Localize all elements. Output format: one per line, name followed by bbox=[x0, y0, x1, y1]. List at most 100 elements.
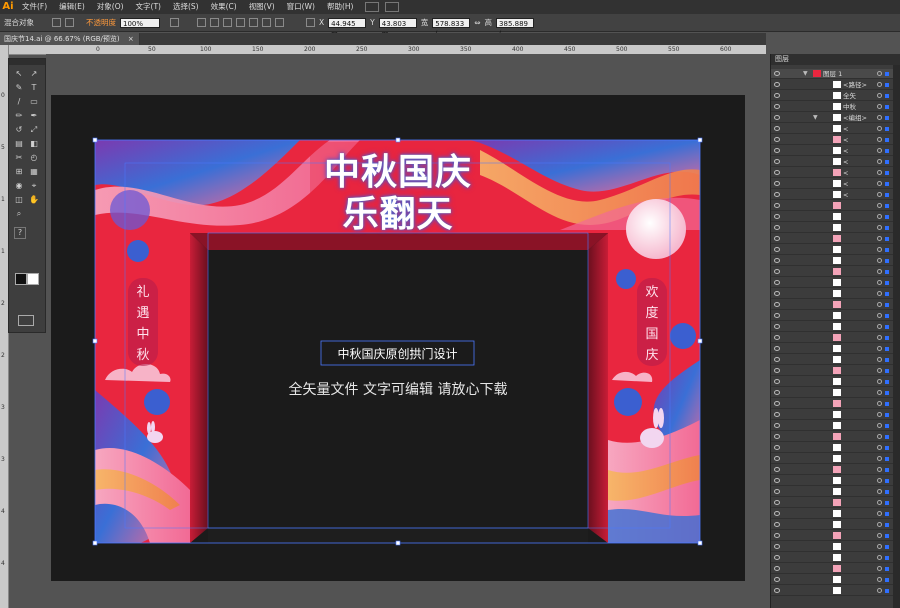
layer-row[interactable] bbox=[771, 311, 893, 321]
layer-row[interactable] bbox=[771, 476, 893, 486]
layer-target-icon[interactable] bbox=[877, 115, 882, 120]
visibility-eye-icon[interactable] bbox=[774, 390, 780, 395]
layer-target-icon[interactable] bbox=[877, 258, 882, 263]
expand-triangle-icon[interactable]: ▼ bbox=[813, 113, 818, 123]
layer-row[interactable] bbox=[771, 509, 893, 519]
layer-selected-indicator[interactable] bbox=[885, 380, 889, 384]
layer-target-icon[interactable] bbox=[877, 269, 882, 274]
layer-target-icon[interactable] bbox=[877, 445, 882, 450]
visibility-eye-icon[interactable] bbox=[774, 126, 780, 131]
layer-selected-indicator[interactable] bbox=[885, 303, 889, 307]
layer-row[interactable] bbox=[771, 366, 893, 376]
layer-selected-indicator[interactable] bbox=[885, 138, 889, 142]
layer-target-icon[interactable] bbox=[877, 346, 882, 351]
visibility-eye-icon[interactable] bbox=[774, 335, 780, 340]
zoom-tool-icon[interactable]: ⌕ bbox=[14, 209, 24, 219]
layer-selected-indicator[interactable] bbox=[885, 534, 889, 538]
scale-tool-icon[interactable]: ⤢ bbox=[29, 125, 39, 135]
layer-row[interactable] bbox=[771, 333, 893, 343]
layer-selected-indicator[interactable] bbox=[885, 281, 889, 285]
type-tool-icon[interactable]: T bbox=[29, 83, 39, 93]
layer-selected-indicator[interactable] bbox=[885, 402, 889, 406]
visibility-eye-icon[interactable] bbox=[774, 423, 780, 428]
layer-target-icon[interactable] bbox=[877, 148, 882, 153]
layer-row[interactable] bbox=[771, 410, 893, 420]
layer-target-icon[interactable] bbox=[877, 247, 882, 252]
eyedropper-tool-icon[interactable]: ◉ bbox=[14, 181, 24, 191]
layer-selected-indicator[interactable] bbox=[885, 435, 889, 439]
layer-target-icon[interactable] bbox=[877, 170, 882, 175]
tools-panel-header[interactable] bbox=[9, 59, 45, 65]
layer-target-icon[interactable] bbox=[877, 104, 882, 109]
layer-row[interactable] bbox=[771, 212, 893, 222]
visibility-eye-icon[interactable] bbox=[774, 434, 780, 439]
visibility-eye-icon[interactable] bbox=[774, 137, 780, 142]
layer-target-icon[interactable] bbox=[877, 412, 882, 417]
visibility-eye-icon[interactable] bbox=[774, 588, 780, 593]
visibility-eye-icon[interactable] bbox=[774, 159, 780, 164]
visibility-eye-icon[interactable] bbox=[774, 247, 780, 252]
layer-selected-indicator[interactable] bbox=[885, 336, 889, 340]
layer-selected-indicator[interactable] bbox=[885, 545, 889, 549]
layer-target-icon[interactable] bbox=[877, 181, 882, 186]
visibility-eye-icon[interactable] bbox=[774, 500, 780, 505]
layer-row[interactable] bbox=[771, 465, 893, 475]
rectangle-tool-icon[interactable]: ▭ bbox=[29, 97, 39, 107]
layer-row[interactable]: < bbox=[771, 124, 893, 134]
visibility-eye-icon[interactable] bbox=[774, 555, 780, 560]
layer-selected-indicator[interactable] bbox=[885, 446, 889, 450]
layer-row[interactable] bbox=[771, 443, 893, 453]
layer-row[interactable] bbox=[771, 256, 893, 266]
layer-row[interactable]: < bbox=[771, 146, 893, 156]
visibility-eye-icon[interactable] bbox=[774, 225, 780, 230]
layer-row[interactable] bbox=[771, 553, 893, 563]
visibility-eye-icon[interactable] bbox=[774, 357, 780, 362]
layer-row[interactable] bbox=[771, 399, 893, 409]
layer-selected-indicator[interactable] bbox=[885, 589, 889, 593]
layer-row[interactable] bbox=[771, 289, 893, 299]
layer-row[interactable]: ▼ <编组> bbox=[771, 113, 893, 123]
layer-row[interactable]: < bbox=[771, 135, 893, 145]
fill-color-swatch[interactable] bbox=[15, 273, 27, 285]
layer-selected-indicator[interactable] bbox=[885, 226, 889, 230]
layer-selected-indicator[interactable] bbox=[885, 160, 889, 164]
layer-row[interactable] bbox=[771, 278, 893, 288]
layer-target-icon[interactable] bbox=[877, 313, 882, 318]
visibility-eye-icon[interactable] bbox=[774, 170, 780, 175]
visibility-eye-icon[interactable] bbox=[774, 489, 780, 494]
layer-row[interactable]: <路径> bbox=[771, 80, 893, 90]
layer-selected-indicator[interactable] bbox=[885, 193, 889, 197]
screen-mode-icon[interactable] bbox=[18, 315, 34, 326]
layer-selected-indicator[interactable] bbox=[885, 237, 889, 241]
layer-row[interactable] bbox=[771, 575, 893, 585]
brush-tool-icon[interactable]: ✒ bbox=[29, 111, 39, 121]
layer-target-icon[interactable] bbox=[877, 555, 882, 560]
layer-target-icon[interactable] bbox=[877, 577, 882, 582]
layer-row[interactable] bbox=[771, 223, 893, 233]
layer-row[interactable] bbox=[771, 564, 893, 574]
layer-selected-indicator[interactable] bbox=[885, 204, 889, 208]
layer-target-icon[interactable] bbox=[877, 588, 882, 593]
layer-target-icon[interactable] bbox=[877, 456, 882, 461]
layer-row[interactable] bbox=[771, 234, 893, 244]
layer-selected-indicator[interactable] bbox=[885, 567, 889, 571]
layer-selected-indicator[interactable] bbox=[885, 523, 889, 527]
pencil-tool-icon[interactable]: ✏ bbox=[14, 111, 24, 121]
layer-target-icon[interactable] bbox=[877, 379, 882, 384]
visibility-eye-icon[interactable] bbox=[774, 104, 780, 109]
layer-row[interactable] bbox=[771, 377, 893, 387]
layer-target-icon[interactable] bbox=[877, 159, 882, 164]
visibility-eye-icon[interactable] bbox=[774, 467, 780, 472]
layer-selected-indicator[interactable] bbox=[885, 314, 889, 318]
layer-row[interactable]: 全矢 bbox=[771, 91, 893, 101]
layer-target-icon[interactable] bbox=[877, 566, 882, 571]
layer-target-icon[interactable] bbox=[877, 82, 882, 87]
layer-row[interactable] bbox=[771, 586, 893, 596]
layer-selected-indicator[interactable] bbox=[885, 479, 889, 483]
layer-target-icon[interactable] bbox=[877, 368, 882, 373]
layer-target-icon[interactable] bbox=[877, 236, 882, 241]
visibility-eye-icon[interactable] bbox=[774, 577, 780, 582]
layer-selected-indicator[interactable] bbox=[885, 325, 889, 329]
layer-selected-indicator[interactable] bbox=[885, 578, 889, 582]
layer-selected-indicator[interactable] bbox=[885, 501, 889, 505]
